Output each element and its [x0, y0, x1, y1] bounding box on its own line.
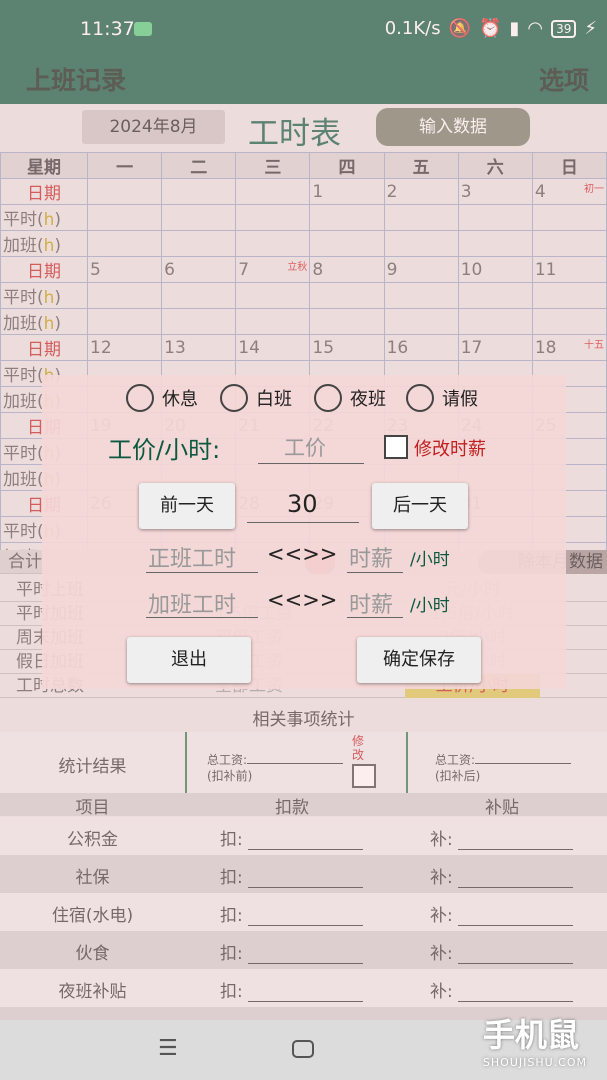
watermark: 手机鼠 SHOUJISHU.COM	[483, 1010, 587, 1069]
radio-day-shift[interactable]: 白班	[220, 384, 292, 412]
radio-night-shift[interactable]: 夜班	[314, 384, 386, 412]
next-day-button[interactable]: 后一天	[372, 483, 468, 529]
modify-wage-label: 修改时薪	[414, 439, 486, 460]
rate-input[interactable]: 工价	[284, 432, 326, 462]
per-hour-label: /小时	[410, 596, 450, 616]
radio-circle-icon[interactable]	[406, 384, 434, 412]
radio-circle-icon[interactable]	[126, 384, 154, 412]
radio-circle-icon[interactable]	[314, 384, 342, 412]
save-button[interactable]: 确定保存	[357, 637, 481, 683]
day-entry-dialog: 休息 白班 夜班 请假 工价/小时: 工价 修改时薪 前一天 30 后一天 正班…	[42, 375, 566, 689]
day-value[interactable]: 30	[287, 490, 318, 518]
home-icon[interactable]	[292, 1040, 314, 1058]
arrows-label: <<>>	[267, 588, 338, 612]
modify-wage-checkbox[interactable]	[384, 435, 408, 459]
watermark-url: SHOUJISHU.COM	[482, 1056, 587, 1069]
menu-icon[interactable]: ☰	[158, 1036, 178, 1061]
regular-wage-input[interactable]: 时薪	[349, 541, 393, 573]
exit-button[interactable]: 退出	[127, 637, 251, 683]
overtime-wage-input[interactable]: 时薪	[349, 587, 393, 619]
radio-rest[interactable]: 休息	[126, 384, 198, 412]
prev-day-button[interactable]: 前一天	[139, 483, 235, 529]
rate-label: 工价/小时:	[108, 436, 221, 464]
per-hour-label: /小时	[410, 550, 450, 570]
watermark-brand: 手机鼠	[482, 1016, 579, 1054]
overtime-hours-input[interactable]: 加班工时	[148, 587, 236, 619]
radio-circle-icon[interactable]	[220, 384, 248, 412]
arrows-label: <<>>	[267, 542, 338, 566]
radio-leave[interactable]: 请假	[406, 384, 478, 412]
regular-hours-input[interactable]: 正班工时	[148, 541, 236, 573]
